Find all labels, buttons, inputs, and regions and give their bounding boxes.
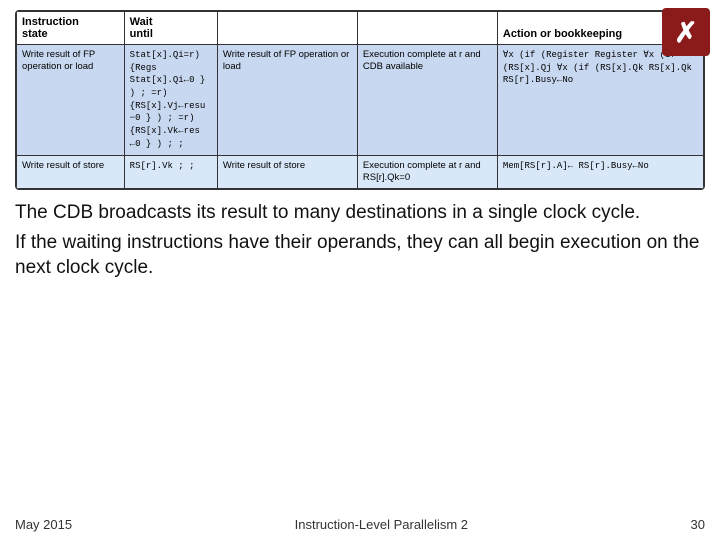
paragraph-1: The CDB broadcasts its result to many de… (15, 200, 705, 226)
cell-wait-1: Stat[x].Qi=r) {Regs Stat[x].Qi←0 } ) ; =… (124, 45, 217, 156)
cell-execution-2: Execution complete at r and RS[r].Qk=0 (357, 155, 497, 189)
cell-execution-1: Execution complete at r and CDB availabl… (357, 45, 497, 156)
table-row: Write result of store RS[r].Vk ; ; Write… (17, 155, 704, 189)
footer-page: 30 (691, 517, 705, 532)
text-section: The CDB broadcasts its result to many de… (15, 200, 705, 285)
cell-write-1: Write result of FP operation or load (217, 45, 357, 156)
cell-wait-2: RS[r].Vk ; ; (124, 155, 217, 189)
code-wait-2: RS[r].Vk ; ; (130, 161, 195, 171)
paragraph-2: If the waiting instructions have their o… (15, 230, 705, 281)
footer: May 2015 Instruction-Level Parallelism 2… (15, 513, 705, 532)
cell-write-2: Write result of store (217, 155, 357, 189)
footer-date: May 2015 (15, 517, 72, 532)
main-table: Instruction state Wait until Action or b… (16, 11, 704, 189)
cell-instruction-2: Write result of store (17, 155, 125, 189)
header-execution (357, 12, 497, 45)
main-container: ✗ Instruction state Wait until A (0, 0, 720, 540)
code-wait-1: Stat[x].Qi=r) {Regs Stat[x].Qi←0 } ) ; =… (130, 50, 206, 149)
logo-area: ✗ (662, 8, 710, 56)
cell-action-1: ∀x (if (Register Register ∀x (if (RS[x].… (497, 45, 703, 156)
table-header-row: Instruction state Wait until Action or b… (17, 12, 704, 45)
footer-title: Instruction-Level Parallelism 2 (295, 517, 468, 532)
table-row: Write result of FP operation or load Sta… (17, 45, 704, 156)
cell-instruction-1: Write result of FP operation or load (17, 45, 125, 156)
logo-icon: ✗ (674, 16, 697, 49)
header-instruction: Instruction state (17, 12, 125, 45)
header-write (217, 12, 357, 45)
table-wrapper: Instruction state Wait until Action or b… (15, 10, 705, 190)
header-wait: Wait until (124, 12, 217, 45)
cell-action-2: Mem[RS[r].A]← RS[r].Busy←No (497, 155, 703, 189)
